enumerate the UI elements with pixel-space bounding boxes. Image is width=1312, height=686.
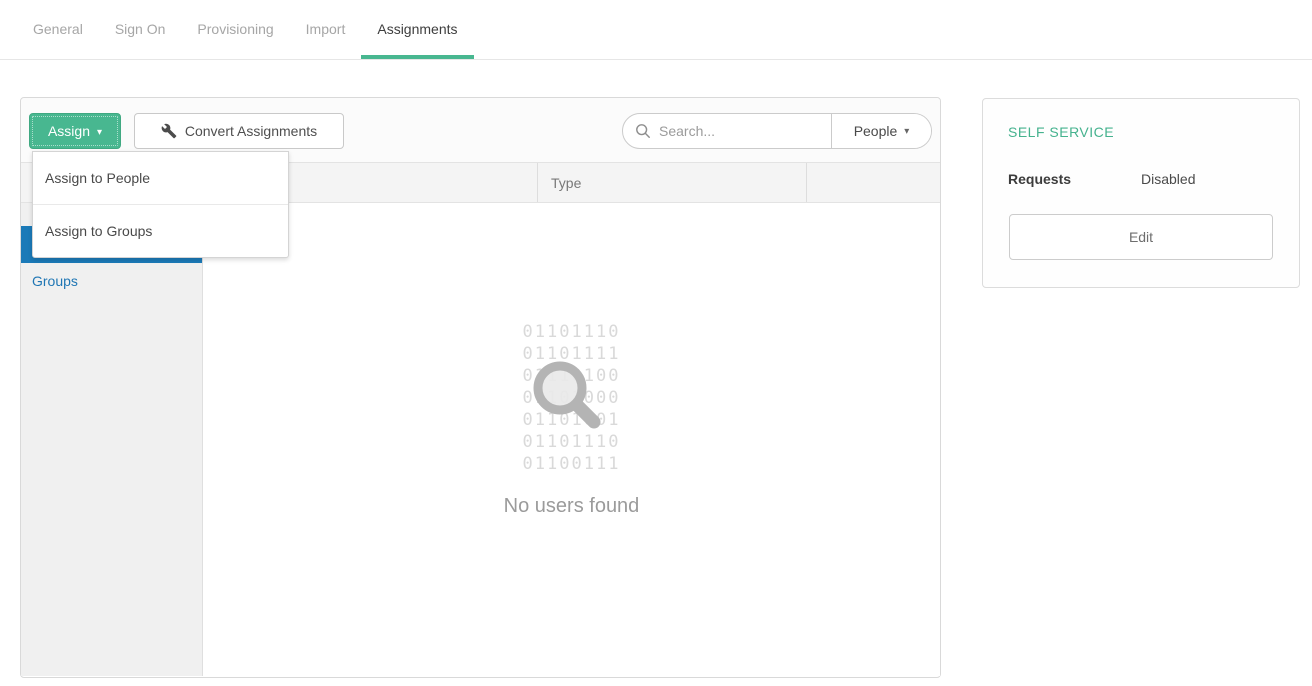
column-divider (806, 163, 807, 202)
search-scope-dropdown[interactable]: People ▾ (831, 114, 931, 148)
search-icon (635, 123, 651, 139)
column-header-type: Type (551, 163, 581, 203)
menu-item-assign-to-people[interactable]: Assign to People (33, 152, 288, 204)
self-service-title: SELF SERVICE (1008, 124, 1114, 140)
tab-provisioning[interactable]: Provisioning (181, 0, 289, 59)
empty-state: 01101110 01101111 01110100 01101000 0110… (203, 203, 940, 676)
binary-art: 01101110 01101111 01110100 01101000 0110… (523, 321, 621, 475)
column-divider (537, 163, 538, 202)
assignment-filter-sidebar: People Groups (21, 203, 203, 676)
edit-button[interactable]: Edit (1009, 214, 1273, 260)
assign-dropdown-menu: Assign to People Assign to Groups (32, 151, 289, 258)
tab-sign-on[interactable]: Sign On (99, 0, 182, 59)
magnifier-art-icon (505, 336, 615, 452)
assign-button[interactable]: Assign ▾ (29, 113, 121, 149)
assign-button-label: Assign (48, 123, 90, 139)
tab-assignments[interactable]: Assignments (361, 0, 473, 59)
menu-item-assign-to-groups[interactable]: Assign to Groups (33, 204, 288, 257)
app-tabbar: General Sign On Provisioning Import Assi… (0, 0, 1312, 60)
assignments-panel: Assign ▾ Convert Assignments (20, 97, 941, 678)
requests-status-value: Disabled (1141, 171, 1195, 187)
app-assignments-page: General Sign On Provisioning Import Assi… (0, 0, 1312, 686)
wrench-icon (161, 123, 177, 139)
binary-line: 01100111 (523, 453, 621, 475)
empty-message: No users found (203, 495, 940, 518)
assignments-body: People Groups 01101110 01101111 01110100… (21, 203, 940, 676)
search-group: People ▾ (622, 113, 932, 149)
search-input[interactable] (651, 123, 831, 139)
requests-row: Requests Disabled (1008, 171, 1278, 187)
convert-assignments-button[interactable]: Convert Assignments (134, 113, 344, 149)
tab-general[interactable]: General (17, 0, 99, 59)
search-scope-label: People (854, 123, 898, 139)
convert-assignments-label: Convert Assignments (185, 123, 317, 139)
caret-down-icon: ▾ (904, 126, 909, 137)
caret-down-icon: ▾ (97, 127, 102, 138)
requests-label: Requests (1008, 171, 1071, 187)
sidebar-item-groups[interactable]: Groups (21, 263, 202, 300)
self-service-panel: SELF SERVICE Requests Disabled Edit (982, 98, 1300, 288)
tab-import[interactable]: Import (290, 0, 362, 59)
